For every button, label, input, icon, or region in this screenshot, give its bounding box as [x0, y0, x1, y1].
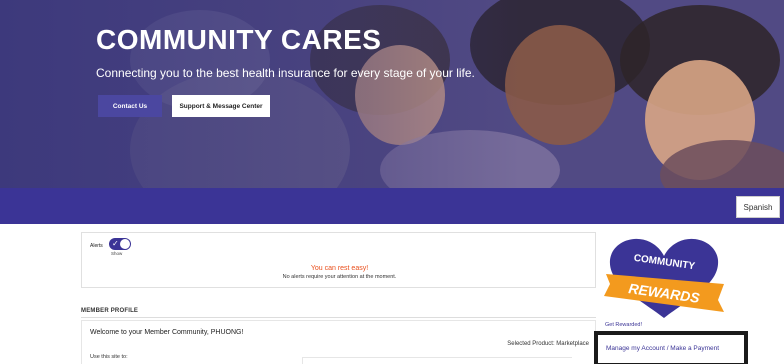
alerts-message: No alerts require your attention at the …	[282, 274, 397, 280]
manage-account-link[interactable]: Manage my Account / Make a Payment	[606, 345, 719, 352]
alerts-panel: Alerts ✓ Show You can rest easy! No aler…	[81, 232, 596, 288]
toggle-state-label: Show	[111, 251, 123, 256]
get-rewarded-link[interactable]: Get Rewarded!	[605, 322, 642, 328]
support-message-center-button[interactable]: Support & Message Center	[172, 95, 270, 117]
hero-title: COMMUNITY CARES	[96, 24, 382, 55]
hero-banner: COMMUNITY CARES Connecting you to the be…	[0, 0, 784, 190]
hero-subtitle: Connecting you to the best health insura…	[96, 66, 475, 80]
check-icon: ✓	[112, 239, 119, 248]
page: COMMUNITY CARES Connecting you to the be…	[0, 0, 784, 364]
language-spanish-button[interactable]: Spanish	[736, 196, 780, 218]
divider	[81, 317, 596, 318]
alerts-toggle[interactable]: ✓	[109, 238, 131, 250]
community-rewards-badge[interactable]: COMMUNITY REWARDS	[598, 232, 730, 322]
use-site-label: Use this site to:	[90, 354, 128, 360]
manage-account-box[interactable]: Manage my Account / Make a Payment	[594, 331, 748, 364]
contact-us-button[interactable]: Contact Us	[98, 95, 162, 117]
alerts-label: Alerts	[90, 243, 103, 249]
member-profile-panel: Welcome to your Member Community, PHUONG…	[81, 320, 596, 364]
toggle-knob	[120, 239, 130, 249]
alerts-status: You can rest easy!	[310, 265, 369, 272]
welcome-message: Welcome to your Member Community, PHUONG…	[90, 329, 244, 336]
selected-product: Selected Product: Marketplace	[507, 341, 589, 347]
profile-inner-panel	[302, 357, 572, 364]
purple-band	[0, 188, 784, 224]
member-profile-heading: MEMBER PROFILE	[81, 308, 139, 314]
